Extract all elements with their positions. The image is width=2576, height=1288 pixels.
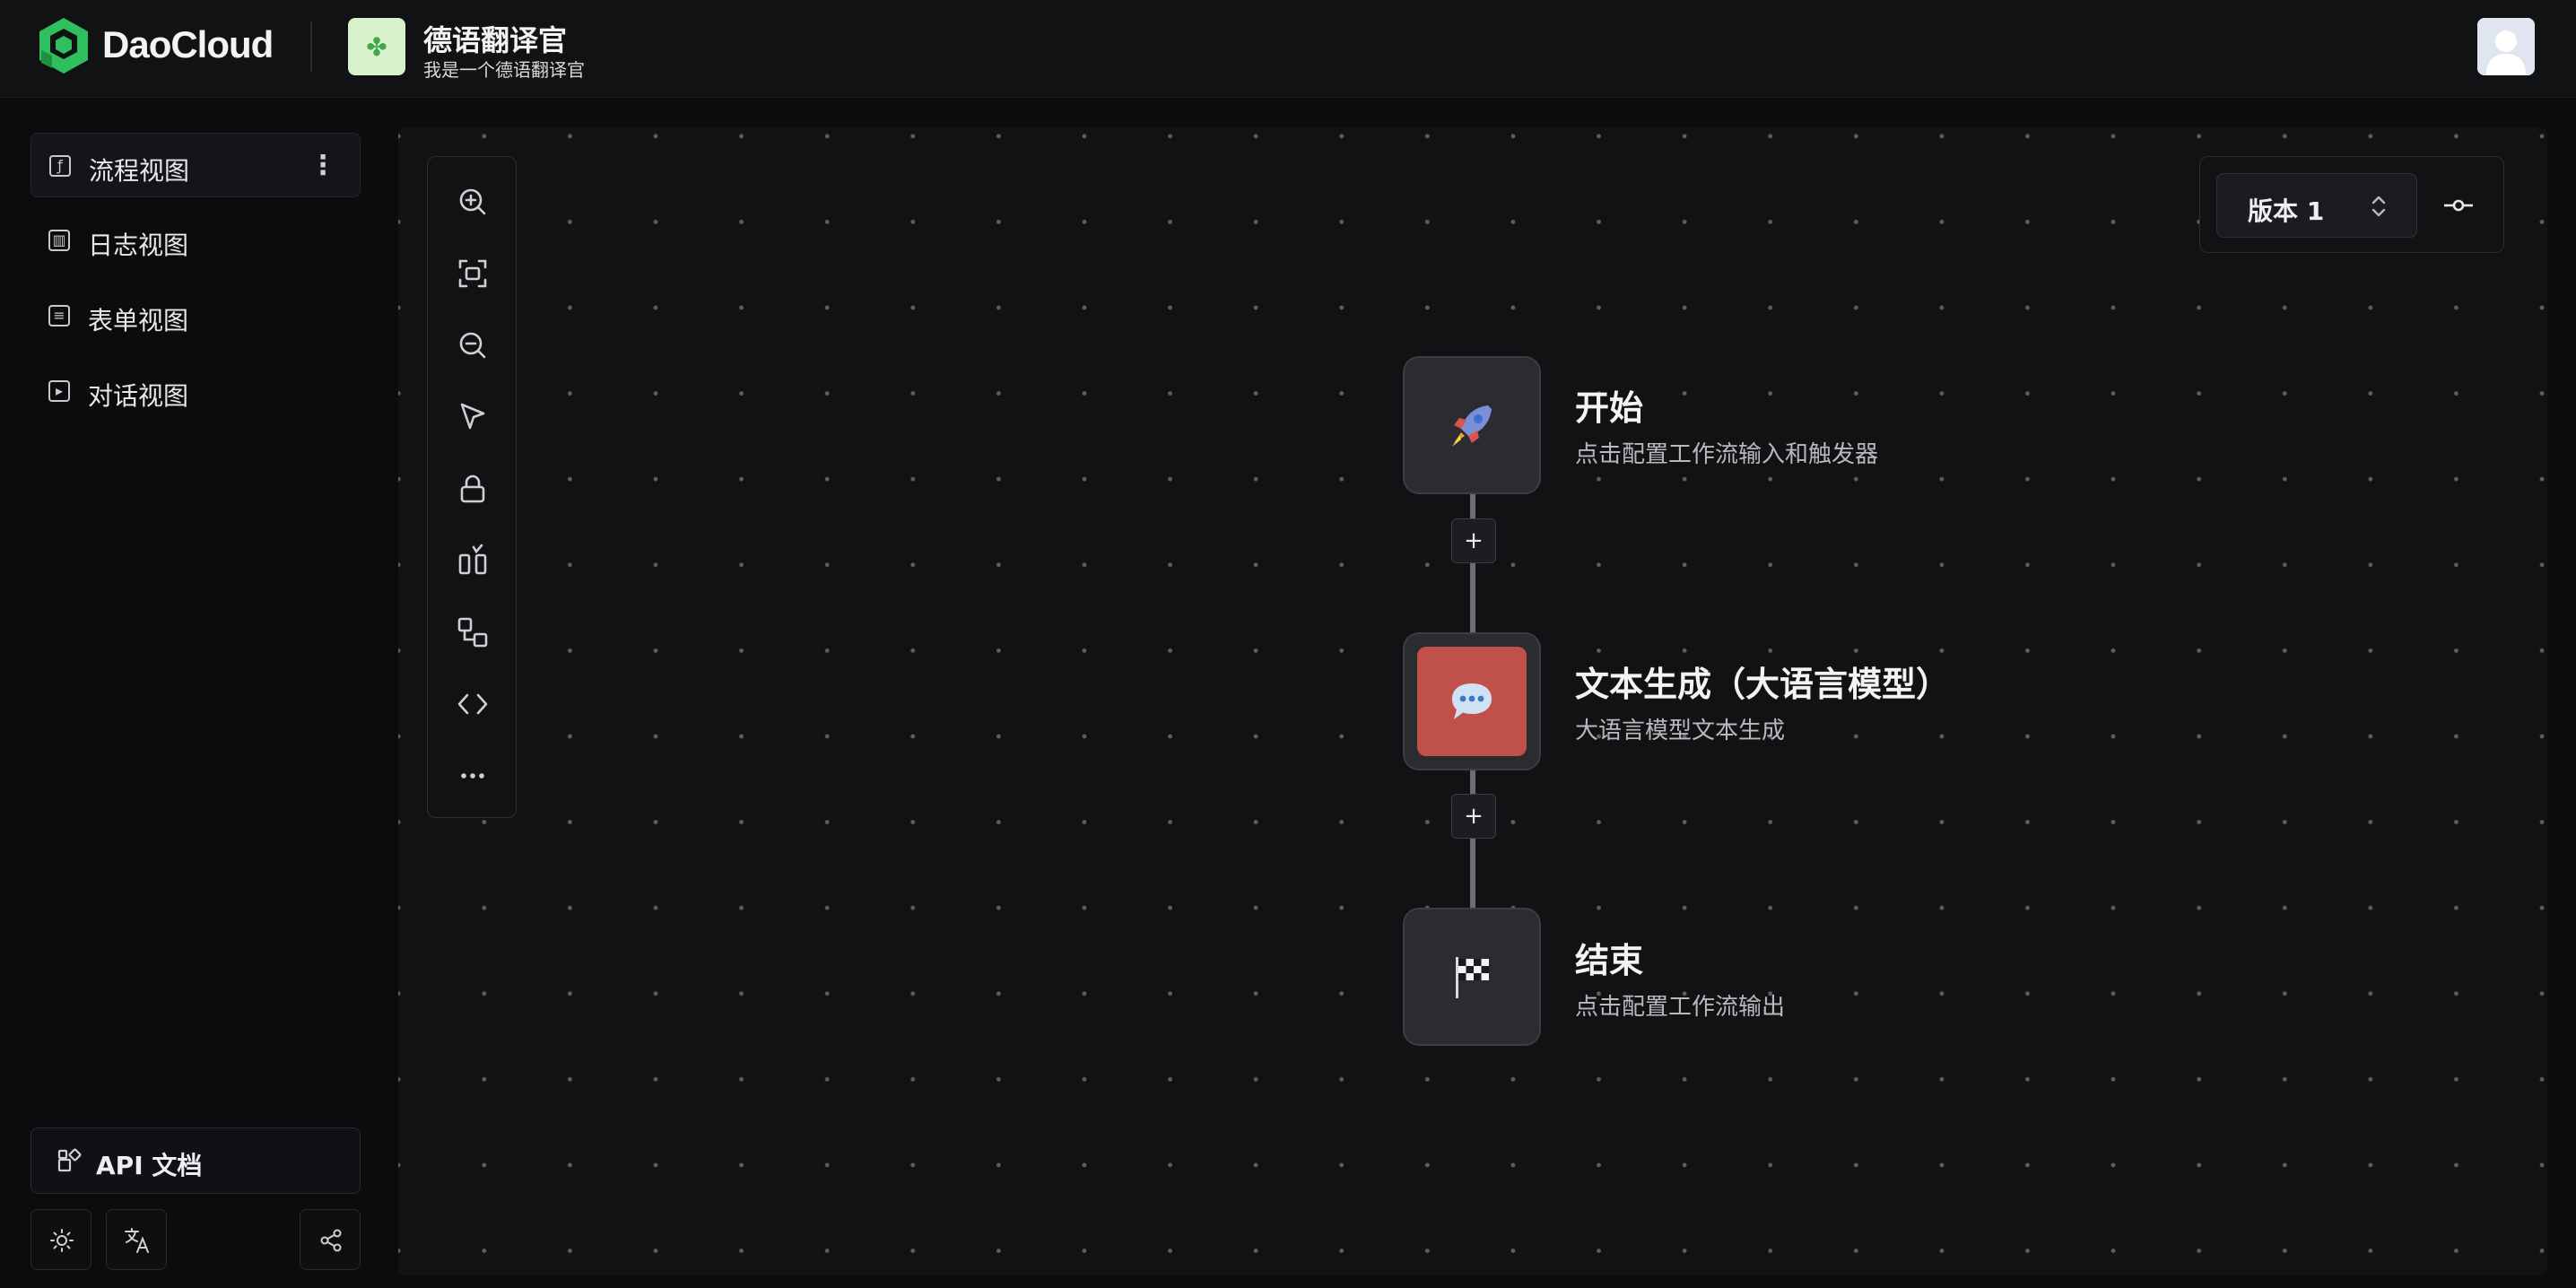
sidebar-item-label: 对话视图 — [88, 381, 189, 411]
form-icon: ≡ — [48, 305, 70, 326]
pointer-icon[interactable] — [455, 399, 491, 435]
add-node-button[interactable]: + — [1451, 794, 1496, 839]
api-docs-icon — [57, 1148, 82, 1172]
version-panel: 版本 1 — [2199, 156, 2504, 253]
translate-icon — [125, 1228, 149, 1253]
version-label: 版本 1 — [2248, 196, 2325, 226]
code-icon[interactable] — [455, 686, 491, 722]
sidebar-item-form[interactable]: ≡ 表单视图 — [30, 283, 361, 348]
zoom-in-icon[interactable] — [455, 184, 491, 220]
sidebar-item-workflow[interactable]: ƒ 流程视图 ⋮ — [30, 133, 361, 197]
end-node-title: 结束 — [1575, 941, 1644, 980]
layout-icon[interactable] — [455, 543, 491, 579]
zoom-out-icon[interactable] — [455, 327, 491, 363]
app-subtitle: 我是一个德语翻译官 — [423, 59, 585, 81]
api-docs-label: API 文档 — [96, 1151, 203, 1180]
add-node-button[interactable]: + — [1451, 518, 1496, 563]
sidebar-item-chat[interactable]: ▸ 对话视图 — [30, 359, 361, 423]
start-node-title: 开始 — [1575, 388, 1644, 428]
theme-icon — [50, 1229, 74, 1252]
sidebar-item-label: 流程视图 — [89, 156, 190, 186]
speech-bubble-icon — [1452, 683, 1492, 719]
start-node-description: 点击配置工作流输入和触发器 — [1575, 441, 1879, 468]
more-icon[interactable] — [455, 758, 491, 794]
edge-start-llm — [1470, 493, 1475, 633]
end-node[interactable] — [1403, 908, 1541, 1046]
chevron-up-down-icon — [2371, 196, 2386, 217]
workflow-icon: ƒ — [49, 155, 71, 177]
llm-node-icon-bg — [1417, 647, 1527, 756]
checkered-flag-icon — [1456, 957, 1489, 998]
api-docs-button[interactable]: API 文档 — [30, 1127, 361, 1194]
top-bar: DaoCloud ✤ 德语翻译官 我是一个德语翻译官 — [0, 0, 2576, 98]
brand-name: DaoCloud — [102, 23, 274, 65]
start-node[interactable] — [1403, 356, 1541, 494]
share-icon — [320, 1229, 342, 1252]
sidebar-item-log[interactable]: ▥ 日志视图 — [30, 208, 361, 273]
app-title: 德语翻译官 — [423, 23, 568, 57]
sidebar: ƒ 流程视图 ⋮ ▥ 日志视图 ≡ 表单视图 ▸ 对话视图 — [0, 97, 396, 1288]
share-button[interactable] — [300, 1209, 361, 1270]
more-vertical-icon[interactable]: ⋮ — [309, 150, 336, 181]
avatar[interactable] — [2477, 18, 2535, 75]
canvas-toolbar — [427, 156, 517, 818]
add-node-icon[interactable] — [455, 614, 491, 650]
log-icon: ▥ — [48, 230, 70, 251]
user-avatar-icon — [2477, 18, 2535, 75]
sidebar-item-label: 日志视图 — [88, 231, 189, 260]
daocloud-logo-icon — [39, 18, 88, 74]
four-leaf-clover-icon: ✤ — [348, 18, 405, 75]
llm-node[interactable] — [1403, 632, 1541, 770]
fit-view-icon[interactable] — [455, 256, 491, 292]
chat-icon: ▸ — [48, 380, 70, 402]
llm-node-description: 大语言模型文本生成 — [1575, 718, 1786, 744]
edge-llm-end — [1470, 770, 1475, 908]
language-button[interactable] — [106, 1209, 167, 1270]
end-node-description: 点击配置工作流输出 — [1575, 994, 1786, 1021]
theme-toggle-button[interactable] — [30, 1209, 91, 1270]
commit-icon[interactable] — [2442, 189, 2475, 222]
lock-icon[interactable] — [455, 471, 491, 507]
rocket-icon — [1452, 405, 1492, 447]
version-select[interactable]: 版本 1 — [2216, 173, 2417, 238]
llm-node-title: 文本生成（大语言模型） — [1575, 665, 1951, 704]
sidebar-item-label: 表单视图 — [88, 306, 189, 335]
header-divider — [310, 22, 312, 72]
